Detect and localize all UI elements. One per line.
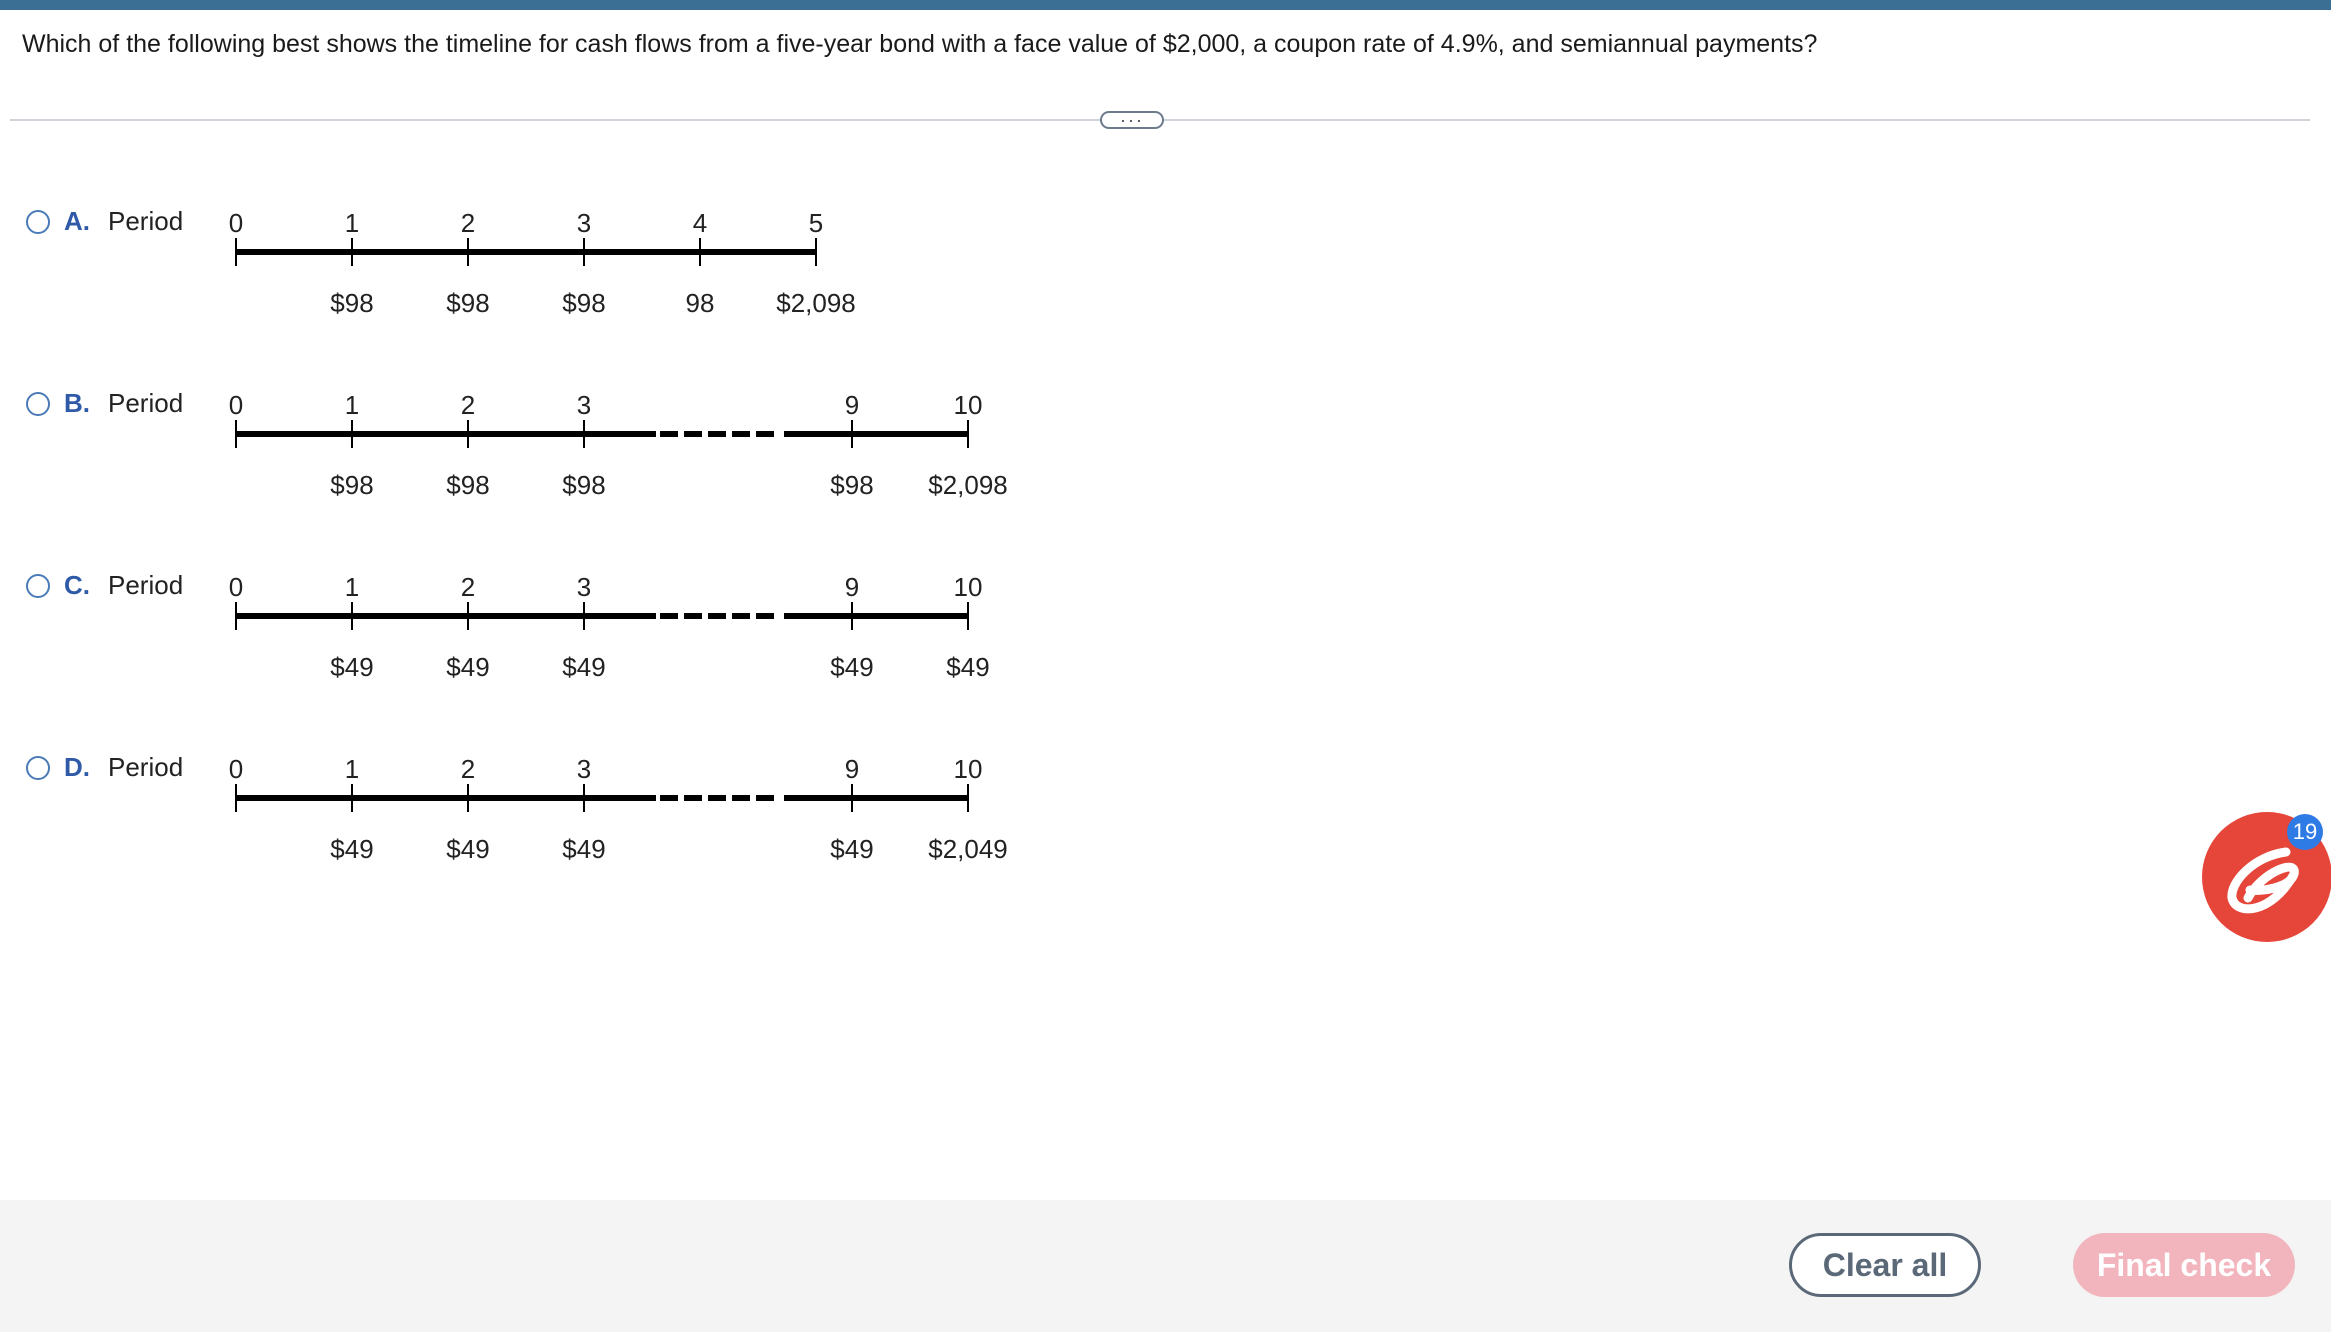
period-number: 3: [577, 208, 591, 238]
period-number: 2: [461, 572, 475, 602]
period-number: 2: [461, 208, 475, 238]
cash-flow-amount: $49: [946, 652, 989, 682]
option-b[interactable]: B. Period 0 1 $98 2 $98 3 $98 9 $98 10 $2,098: [0, 382, 1100, 522]
cash-flow-amount: $98: [562, 288, 605, 318]
period-number: 9: [845, 572, 859, 602]
period-number: 0: [229, 390, 243, 420]
cash-flow-amount: $2,098: [776, 288, 856, 318]
option-a[interactable]: A. Period 0 1 $98 2 $98 3 $98 4 98 5 $2,098: [0, 200, 1100, 340]
period-number: 2: [461, 390, 475, 420]
cash-flow-amount: 98: [686, 288, 715, 318]
period-number: 3: [577, 390, 591, 420]
period-number: 0: [229, 754, 243, 784]
cash-flow-amount: $2,049: [928, 834, 1008, 864]
cash-flow-amount: $49: [446, 834, 489, 864]
period-number: 2: [461, 754, 475, 784]
period-number: 1: [345, 208, 359, 238]
cash-flow-amount: $49: [830, 652, 873, 682]
period-number: 0: [229, 572, 243, 602]
option-c[interactable]: C. Period 0 1 $49 2 $49 3 $49 9 $49 10 $49: [0, 564, 1100, 704]
more-options-button[interactable]: ···: [1100, 111, 1164, 129]
period-number: 0: [229, 208, 243, 238]
timeline: 0 1 $98 2 $98 3 $98 9 $98 10 $2,098: [229, 390, 1008, 500]
cash-flow-amount: $98: [446, 288, 489, 318]
clear-all-button[interactable]: Clear all: [1789, 1233, 1981, 1297]
cash-flow-amount: $49: [330, 652, 373, 682]
period-number: 10: [954, 390, 983, 420]
cash-flow-amount: $49: [830, 834, 873, 864]
period-number: 10: [954, 572, 983, 602]
cash-flow-amount: $98: [562, 470, 605, 500]
option-d[interactable]: D. Period 0 1 $49 2 $49 3 $49 9 $49 10 $2,049: [0, 746, 1100, 886]
cash-flow-amount: $49: [562, 652, 605, 682]
period-number: 5: [809, 208, 823, 238]
cash-flow-amount: $98: [830, 470, 873, 500]
cash-flow-amount: $49: [446, 652, 489, 682]
cash-flow-amount: $98: [446, 470, 489, 500]
notification-badge: 19: [2287, 814, 2323, 850]
cash-flow-amount: $98: [330, 288, 373, 318]
question-text: Which of the following best shows the ti…: [22, 30, 1818, 58]
timeline: 0 1 $98 2 $98 3 $98 4 98 5 $2,098: [229, 208, 856, 318]
top-bar: [0, 0, 2331, 10]
period-number: 9: [845, 754, 859, 784]
timeline: 0 1 $49 2 $49 3 $49 9 $49 10 $2,049: [229, 754, 1008, 864]
period-number: 1: [345, 572, 359, 602]
period-number: 1: [345, 390, 359, 420]
cash-flow-amount: $49: [330, 834, 373, 864]
cash-flow-amount: $2,098: [928, 470, 1008, 500]
timeline: 0 1 $49 2 $49 3 $49 9 $49 10 $49: [229, 572, 990, 682]
period-number: 9: [845, 390, 859, 420]
period-number: 4: [693, 208, 707, 238]
footer-bar: [0, 1200, 2331, 1332]
final-check-button[interactable]: Final check: [2073, 1233, 2295, 1297]
period-number: 3: [577, 754, 591, 784]
cash-flow-amount: $98: [330, 470, 373, 500]
period-number: 1: [345, 754, 359, 784]
period-number: 3: [577, 572, 591, 602]
period-number: 10: [954, 754, 983, 784]
cash-flow-amount: $49: [562, 834, 605, 864]
